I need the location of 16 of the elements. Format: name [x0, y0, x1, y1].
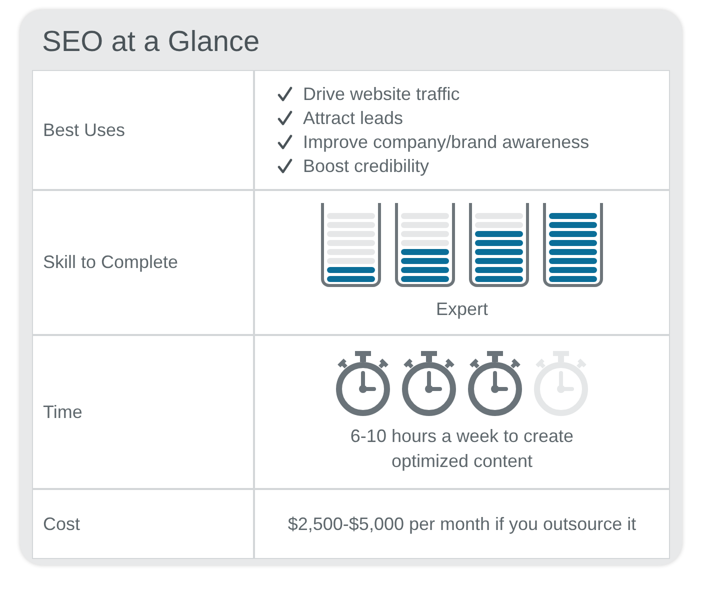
row-label: Best Uses: [33, 71, 255, 191]
check-icon: [277, 86, 293, 102]
row-label: Time: [33, 336, 255, 490]
row-label: Skill to Complete: [33, 191, 255, 336]
card-title: SEO at a Glance: [42, 25, 261, 60]
time-caption: 6-10 hours a week to create optimized content: [349, 425, 575, 473]
row-label: Cost: [33, 490, 255, 558]
skill-caption: Expert: [436, 298, 488, 321]
cost-value: $2,500-$5,000 per month if you outsource it: [288, 514, 636, 534]
use-item: Improve company/brand awareness: [303, 131, 590, 154]
use-item: Drive website traffic: [303, 83, 460, 106]
use-item: Attract leads: [303, 107, 404, 130]
use-item: Boost credibility: [303, 155, 430, 178]
check-icon: [277, 110, 293, 126]
check-icon: [277, 158, 293, 174]
check-icon: [277, 134, 293, 150]
